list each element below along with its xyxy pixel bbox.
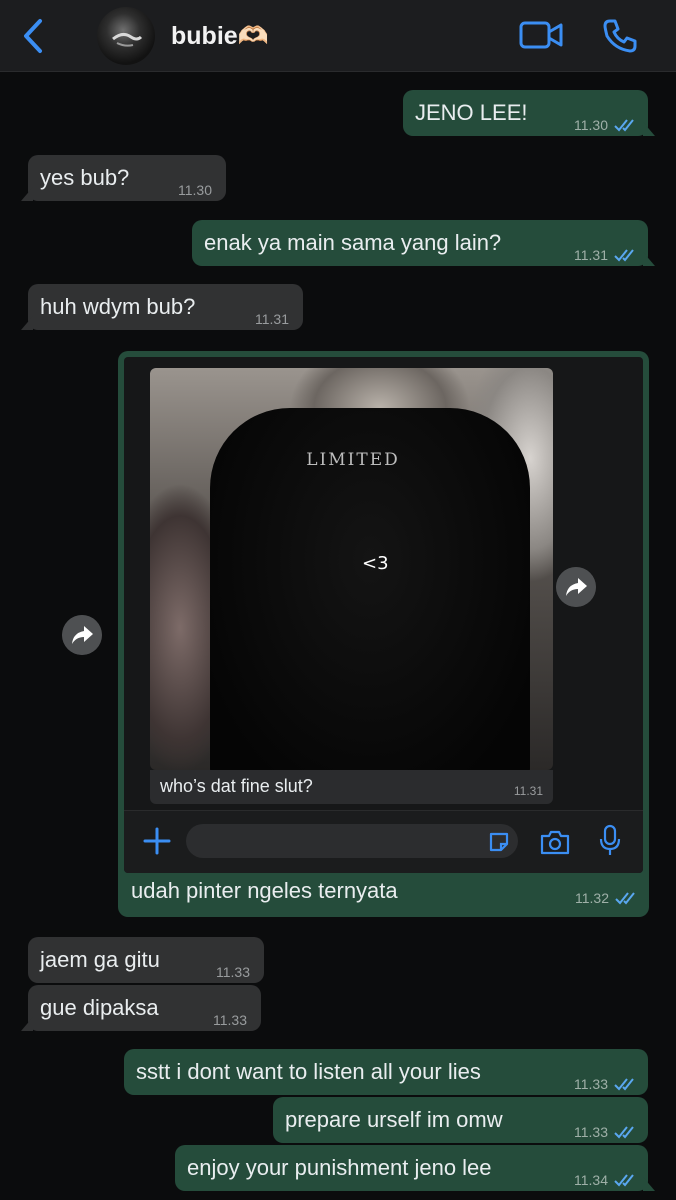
- message-text: JENO LEE!: [415, 100, 528, 125]
- double-check-icon: [614, 249, 634, 262]
- plus-icon[interactable]: [142, 826, 172, 856]
- message-incoming[interactable]: jaem ga gitu 11.33: [28, 937, 264, 983]
- message-time: 11.30: [574, 117, 608, 133]
- message-text: yes bub?: [40, 165, 130, 190]
- forward-arrow-icon[interactable]: [556, 567, 596, 607]
- composer-bar: [124, 810, 643, 873]
- message-text: enak ya main sama yang lain?: [204, 230, 502, 255]
- message-time: 11.31: [255, 311, 289, 327]
- message-text: jaem ga gitu: [40, 947, 160, 972]
- message-outgoing[interactable]: enak ya main sama yang lain? 11.31: [192, 220, 655, 266]
- phone-icon[interactable]: [600, 16, 640, 56]
- photo-caption: who’s dat fine slut? 11.31: [150, 770, 553, 804]
- message-incoming[interactable]: yes bub? 11.30: [21, 155, 226, 201]
- microphone-icon[interactable]: [598, 824, 622, 858]
- message-time: 11.33: [213, 1012, 247, 1028]
- message-time: 11.34: [574, 1172, 608, 1188]
- avatar-image: [112, 32, 143, 47]
- message-time: 11.31: [574, 247, 608, 263]
- message-time: 11.33: [216, 964, 250, 980]
- screenshot-image[interactable]: LIMITED <3 who’s dat fine slut? 11.31: [124, 357, 643, 873]
- message-time: 11.30: [178, 182, 212, 198]
- photo-overlay-text: <3: [362, 553, 389, 574]
- message-text: udah pinter ngeles ternyata: [131, 878, 398, 903]
- message-outgoing[interactable]: prepare urself im omw 11.33: [273, 1097, 648, 1143]
- caption-time: 11.31: [513, 784, 543, 798]
- message-text: gue dipaksa: [40, 995, 159, 1020]
- message-time: 11.33: [574, 1076, 608, 1092]
- message-time: 11.33: [574, 1124, 608, 1140]
- shirt-print: LIMITED: [306, 450, 400, 470]
- message-input[interactable]: [186, 824, 518, 858]
- avatar[interactable]: [97, 7, 155, 65]
- double-check-icon: [615, 892, 635, 905]
- message-text: enjoy your punishment jeno lee: [187, 1155, 492, 1180]
- sticker-icon[interactable]: [487, 830, 511, 854]
- message-time: 11.32: [575, 890, 609, 906]
- message-incoming[interactable]: huh wdym bub? 11.31: [21, 284, 303, 330]
- caption-text: who’s dat fine slut?: [160, 776, 313, 796]
- double-check-icon: [614, 1174, 634, 1187]
- message-outgoing[interactable]: enjoy your punishment jeno lee 11.34: [175, 1145, 655, 1191]
- message-text: huh wdym bub?: [40, 294, 196, 319]
- message-outgoing[interactable]: sstt i dont want to listen all your lies…: [124, 1049, 648, 1095]
- chat-area: JENO LEE! 11.30 yes bub? 11.30 enak ya m…: [0, 73, 676, 1200]
- message-text: prepare urself im omw: [285, 1107, 503, 1132]
- photo[interactable]: LIMITED <3: [150, 368, 553, 770]
- media-message[interactable]: LIMITED <3 who’s dat fine slut? 11.31 ud…: [118, 351, 649, 917]
- double-check-icon: [614, 1078, 634, 1091]
- message-incoming[interactable]: gue dipaksa 11.33: [21, 985, 261, 1031]
- video-camera-icon[interactable]: [518, 18, 564, 52]
- camera-icon[interactable]: [539, 828, 571, 856]
- chevron-left-icon[interactable]: [18, 16, 48, 56]
- double-check-icon: [614, 119, 634, 132]
- contact-name[interactable]: bubie🫶🏻: [171, 22, 269, 51]
- message-outgoing[interactable]: JENO LEE! 11.30: [403, 90, 655, 136]
- forward-arrow-icon[interactable]: [62, 615, 102, 655]
- message-text: sstt i dont want to listen all your lies: [136, 1059, 481, 1084]
- chat-header: bubie🫶🏻: [0, 0, 676, 72]
- double-check-icon: [614, 1126, 634, 1139]
